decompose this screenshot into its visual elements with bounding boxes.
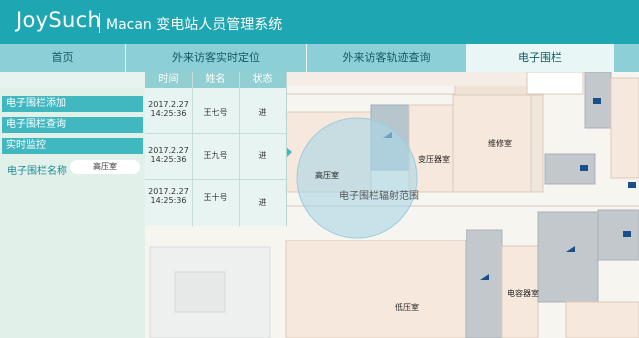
sidebar-header — [0, 72, 145, 88]
cell-time: 14:25:36 — [150, 196, 187, 205]
cell-date: 2017.2.27 — [148, 100, 189, 109]
device-icon — [628, 182, 636, 188]
equipment-block — [537, 211, 599, 303]
logo-divider — [99, 13, 100, 33]
cell-name: 王十号 — [203, 193, 228, 202]
sidebar-item-query-fence[interactable]: 电子围栏查询 — [2, 117, 143, 133]
app-title: Macan 变电站人员管理系统 — [106, 17, 283, 33]
table-row[interactable]: 2017.2.27 14:25:36 — [145, 146, 192, 164]
table-row[interactable]: 2017.2.27 14:25:36 — [145, 187, 192, 205]
device-icon — [580, 165, 588, 171]
cell-status: 进 — [258, 108, 267, 117]
cell-date: 2017.2.27 — [148, 187, 189, 196]
column-header-time: 时间 — [145, 72, 192, 88]
cell-status: 进 — [258, 198, 267, 207]
equipment-block — [465, 229, 503, 338]
room-label-transformer: 变压器室 — [418, 155, 450, 164]
room-label-high-voltage: 高压室 — [315, 171, 339, 180]
table-row[interactable]: 2017.2.27 14:25:36 — [145, 100, 192, 118]
cell-name: 王九号 — [203, 151, 228, 160]
fence-name-select[interactable]: 高压室 — [70, 160, 140, 174]
tab-electronic-fence[interactable]: 电子围栏 — [466, 44, 614, 72]
tab-home[interactable]: 首页 — [0, 44, 125, 72]
room-label-low-voltage: 低压室 — [395, 303, 419, 312]
room-label-maintenance: 维修室 — [488, 139, 512, 148]
app-header: JoySuch Macan 变电站人员管理系统 — [0, 0, 639, 44]
device-icon — [623, 231, 631, 237]
tab-track-query[interactable]: 外来访客轨迹查询 — [307, 44, 466, 72]
main-nav: 首页 外来访客实时定位 外来访客轨迹查询 电子围栏 — [0, 44, 639, 72]
cell-time: 14:25:36 — [150, 155, 187, 164]
sidebar-item-add-fence[interactable]: 电子围栏添加 — [2, 96, 143, 112]
cell-name: 王七号 — [203, 108, 228, 117]
column-header-name: 姓名 — [192, 72, 239, 88]
tab-realtime-location[interactable]: 外来访客实时定位 — [126, 44, 306, 72]
room-label-capacitor: 电容器室 — [507, 289, 539, 298]
cell-status: 进 — [258, 151, 267, 160]
sidebar: 电子围栏添加 电子围栏查询 实时监控 电子围栏名称 高压室 — [0, 72, 145, 338]
room-low-voltage — [285, 239, 467, 338]
column-header-status: 状态 — [239, 72, 286, 88]
fence-radius-label: 电子围栏辐射范围 — [339, 191, 419, 202]
visitor-table: 时间 姓名 状态 2017.2.27 14:25:36 王七号 进 2017.2… — [145, 72, 287, 226]
cell-date: 2017.2.27 — [148, 146, 189, 155]
brand-logo: JoySuch — [16, 8, 102, 32]
equipment-block — [597, 209, 639, 261]
sidebar-item-realtime-monitor[interactable]: 实时监控 — [2, 138, 143, 154]
fence-name-label: 电子围栏名称 — [7, 166, 67, 177]
cell-time: 14:25:36 — [150, 109, 187, 118]
device-icon — [593, 98, 601, 104]
